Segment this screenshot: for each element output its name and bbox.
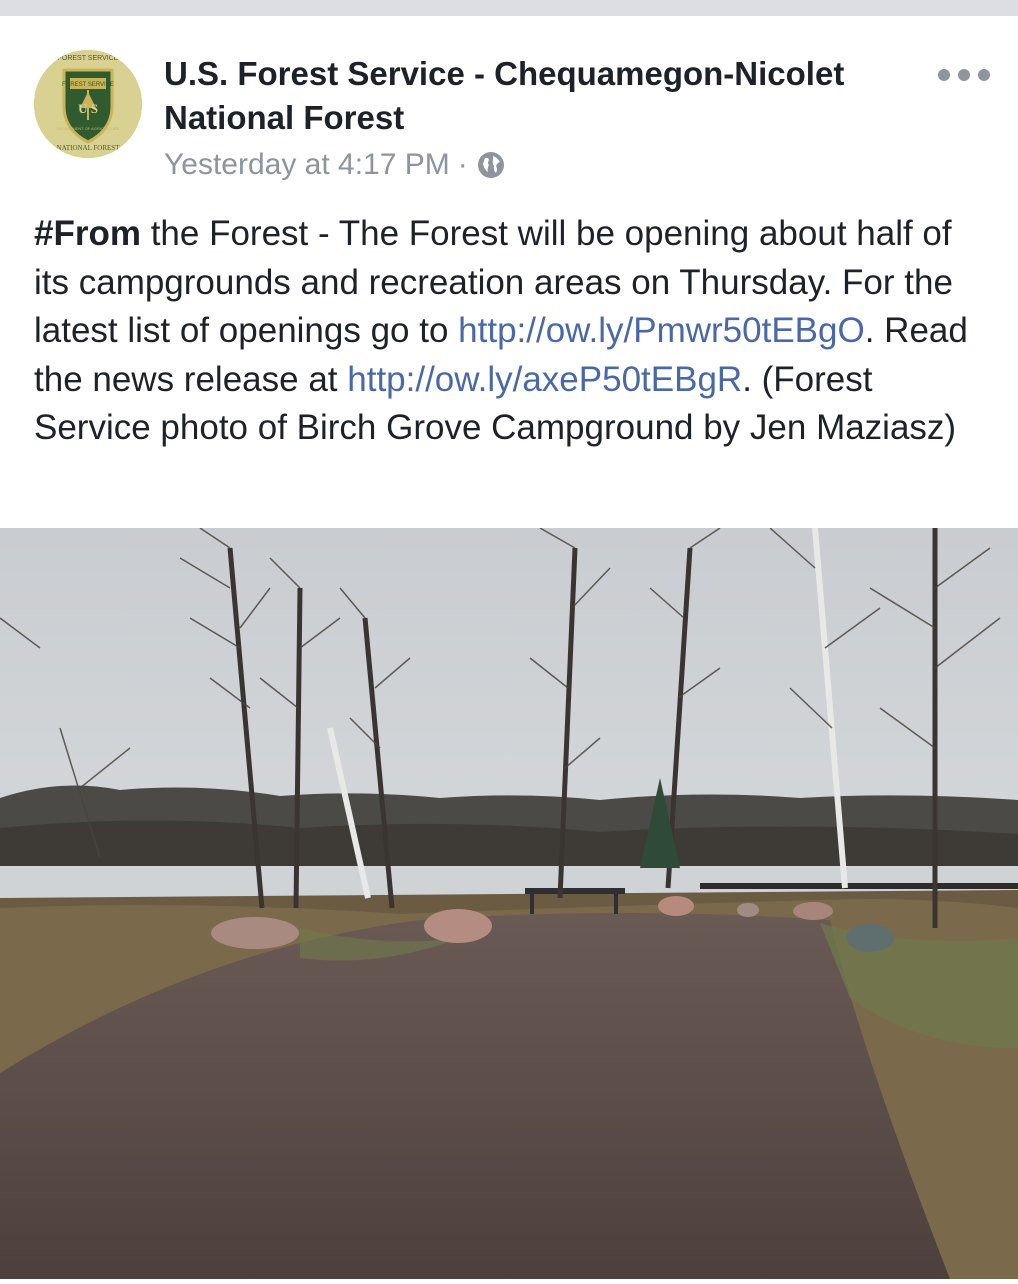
post-meta: Yesterday at 4:17 PM ·	[164, 145, 506, 185]
openings-link[interactable]: http://ow.ly/Pmwr50tEBgO	[458, 311, 865, 350]
logo-shield-caption: FOREST SERVICE	[62, 82, 114, 88]
more-dot	[958, 69, 970, 81]
timestamp[interactable]: Yesterday at 4:17 PM	[164, 145, 450, 185]
globe-icon	[476, 150, 506, 180]
page-name[interactable]: U.S. Forest Service - Chequamegon-Nicole…	[164, 52, 864, 140]
campground-lake-photo[interactable]	[0, 527, 1018, 1279]
more-dot	[938, 69, 950, 81]
forest-service-logo: FOREST SERVICE FOREST SERVICE U S DEPART…	[34, 50, 142, 158]
hashtag-link[interactable]: #From	[34, 214, 141, 253]
logo-shield-text: U S	[78, 101, 98, 116]
logo-bottom-text: DEPARTMENT OF AGRICULTURE	[56, 126, 119, 131]
news-release-link[interactable]: http://ow.ly/axeP50tEBgR	[347, 360, 742, 399]
top-divider-strip	[0, 0, 1018, 16]
logo-top-arc: FOREST SERVICE	[58, 55, 119, 62]
avatar[interactable]: FOREST SERVICE FOREST SERVICE U S DEPART…	[34, 50, 142, 158]
meta-separator: ·	[457, 148, 468, 181]
more-options-icon[interactable]	[938, 58, 990, 92]
more-dot	[978, 69, 990, 81]
logo-footer: NATIONAL FOREST	[57, 144, 121, 152]
post-text: #From the Forest - The Forest will be op…	[34, 210, 984, 453]
